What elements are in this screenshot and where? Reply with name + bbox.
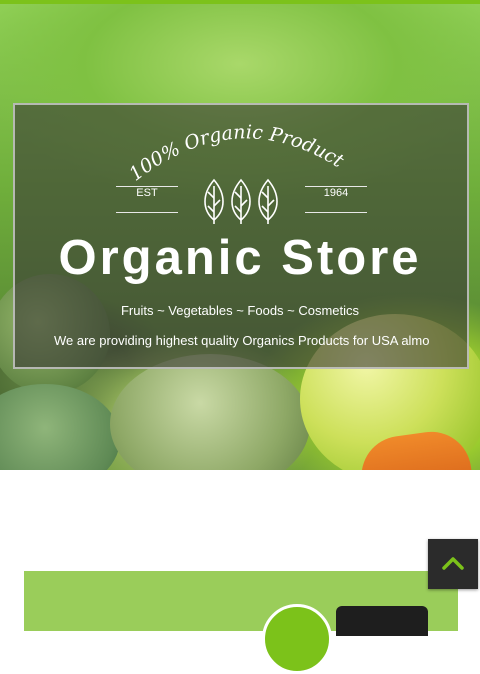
divider-line <box>305 212 367 213</box>
leaf-icon <box>204 178 278 224</box>
promo-product-image <box>336 606 428 636</box>
promo-circle <box>262 604 332 674</box>
badge-text: 100% Organic Products <box>110 108 348 186</box>
year-label: 1964 <box>323 187 349 199</box>
hero-title: Organic Store <box>58 231 422 285</box>
chevron-up-icon <box>442 557 464 570</box>
organic-products-badge: 100% Organic Products <box>110 108 348 186</box>
back-to-top-button[interactable] <box>428 539 478 589</box>
hero-image-broccoli-center <box>110 354 310 470</box>
hero-description: We are providing highest quality Organic… <box>54 333 430 348</box>
hero-image-cabbage <box>0 384 120 470</box>
est-label: EST <box>136 187 158 199</box>
divider-line <box>116 212 178 213</box>
hero-subtitle: Fruits ~ Vegetables ~ Foods ~ Cosmetics <box>120 303 360 318</box>
svg-text:100% Organic Products: 100% Organic Products <box>110 108 348 186</box>
